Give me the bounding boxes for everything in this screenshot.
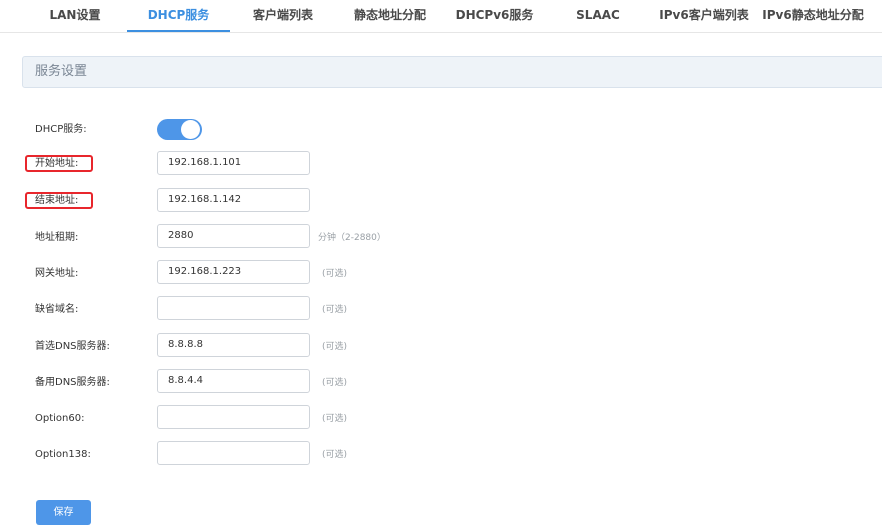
- end-address-label: 结束地址:: [35, 195, 79, 206]
- option138-input[interactable]: [157, 441, 310, 465]
- toggle-knob: [181, 120, 200, 139]
- lease-time-label: 地址租期:: [35, 232, 79, 243]
- secondary-dns-input[interactable]: 8.8.4.4: [157, 369, 310, 393]
- tab-client-list[interactable]: 客户端列表: [243, 0, 323, 30]
- gateway-input[interactable]: 192.168.1.223: [157, 260, 310, 284]
- panel-header: 服务设置: [22, 56, 882, 88]
- option60-label: Option60:: [35, 413, 85, 424]
- tab-ipv6-client-list[interactable]: IPv6客户端列表: [655, 0, 753, 30]
- primary-dns-label: 首选DNS服务器:: [35, 341, 110, 352]
- option138-hint: (可选): [322, 450, 348, 460]
- tab-ipv6-static-allocation[interactable]: IPv6静态地址分配: [758, 0, 868, 30]
- tab-dhcp-service[interactable]: DHCP服务: [127, 0, 230, 32]
- default-domain-input[interactable]: [157, 296, 310, 320]
- lease-time-input[interactable]: 2880: [157, 224, 310, 248]
- panel-title: 服务设置: [35, 64, 88, 79]
- gateway-label: 网关地址:: [35, 268, 79, 279]
- tab-static-allocation[interactable]: 静态地址分配: [345, 0, 435, 30]
- primary-dns-hint: (可选): [322, 342, 348, 352]
- end-address-input[interactable]: 192.168.1.142: [157, 188, 310, 212]
- dhcp-service-label: DHCP服务:: [35, 124, 87, 135]
- default-domain-label: 缺省域名:: [35, 304, 79, 315]
- secondary-dns-label: 备用DNS服务器:: [35, 377, 110, 388]
- option60-hint: (可选): [322, 414, 348, 424]
- start-address-label: 开始地址:: [35, 158, 79, 169]
- secondary-dns-hint: (可选): [322, 378, 348, 388]
- option138-label: Option138:: [35, 449, 91, 460]
- gateway-hint: (可选): [322, 269, 348, 279]
- save-button[interactable]: 保存: [36, 500, 91, 525]
- primary-dns-input[interactable]: 8.8.8.8: [157, 333, 310, 357]
- tab-lan-settings[interactable]: LAN设置: [40, 0, 110, 30]
- default-domain-hint: (可选): [322, 305, 348, 315]
- tab-dhcpv6-service[interactable]: DHCPv6服务: [452, 0, 537, 30]
- start-address-input[interactable]: 192.168.1.101: [157, 151, 310, 175]
- tab-bar: LAN设置 DHCP服务 客户端列表 静态地址分配 DHCPv6服务 SLAAC…: [0, 0, 882, 33]
- option60-input[interactable]: [157, 405, 310, 429]
- lease-time-hint: 分钟（2-2880）: [318, 233, 386, 243]
- dhcp-service-toggle[interactable]: [157, 119, 202, 140]
- tab-slaac[interactable]: SLAAC: [568, 0, 628, 30]
